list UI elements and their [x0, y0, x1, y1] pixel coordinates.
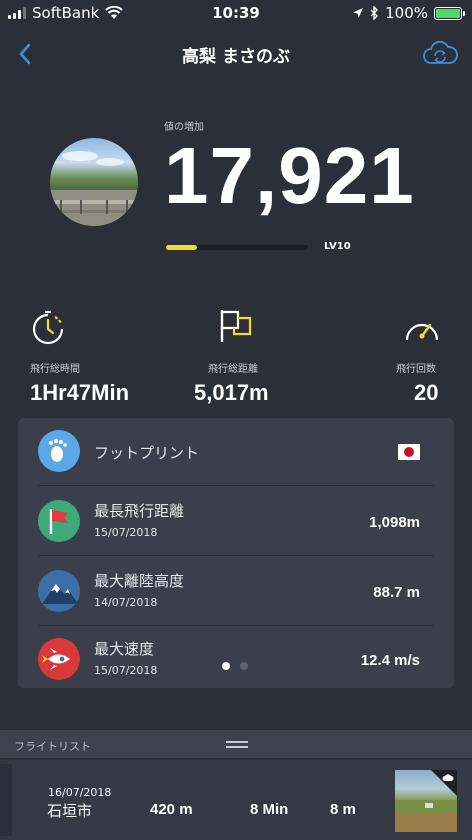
- flight-time-value: 1Hr47Min: [30, 380, 130, 405]
- page-dot-active[interactable]: [222, 662, 230, 670]
- flight-distance: 420 m: [150, 801, 193, 818]
- record-row-longest-distance[interactable]: 最長飛行距離 15/07/2018 1,098m: [38, 486, 434, 556]
- score-value: 17,921: [164, 131, 415, 220]
- level-progress-bar: [166, 245, 308, 250]
- flight-count-label: 飛行回数: [396, 364, 436, 375]
- nav-bar: 高梨 まさのぶ: [0, 36, 472, 72]
- speedometer-icon: [405, 323, 439, 341]
- record-row-max-speed[interactable]: 最大速度 15/07/2018 12.4 m/s: [38, 626, 434, 688]
- record-date: 14/07/2018: [94, 596, 158, 609]
- location-arrow-icon: [353, 8, 364, 18]
- page-indicator[interactable]: [222, 662, 248, 670]
- flight-thumbnail[interactable]: [395, 770, 457, 832]
- red-flag-icon: [38, 500, 80, 542]
- avatar-landscape-image: [50, 151, 138, 226]
- flight-distance-label: 飛行総距離: [208, 364, 258, 375]
- record-date: 15/07/2018: [94, 664, 158, 677]
- drag-handle-icon[interactable]: [226, 741, 248, 748]
- stopwatch-icon: [32, 310, 64, 345]
- record-date: 15/07/2018: [94, 526, 158, 539]
- level-label: LV10: [324, 241, 351, 252]
- battery-icon: [434, 6, 465, 20]
- footprint-row[interactable]: フットプリント: [38, 418, 434, 486]
- flight-place: 石垣市: [47, 802, 93, 820]
- status-right: 100%: [352, 4, 465, 22]
- flight-distance-value: 5,017m: [194, 380, 269, 405]
- footprint-label: フットプリント: [94, 444, 200, 462]
- flight-date: 16/07/2018: [48, 786, 112, 799]
- flight-height: 8 m: [330, 801, 356, 818]
- status-bar: SoftBank 10:39 100%: [0, 0, 472, 26]
- record-value: 88.7 m: [373, 584, 420, 601]
- mountain-icon: [38, 570, 80, 612]
- record-title: 最大離陸高度: [94, 572, 185, 590]
- flight-list-title: フライトリスト: [14, 740, 91, 753]
- footprint-icon: [38, 430, 80, 472]
- battery-percent: 100%: [385, 4, 428, 22]
- flag-icon: [220, 310, 252, 342]
- bluetooth-icon: [370, 6, 379, 20]
- avatar[interactable]: [50, 138, 138, 226]
- cloud-icon: [442, 774, 454, 781]
- record-title: 最長飛行距離: [94, 502, 185, 520]
- row-accent: [0, 764, 12, 836]
- page-title: 高梨 まさのぶ: [182, 47, 290, 67]
- flight-count-value: 20: [414, 380, 439, 405]
- rocket-icon: [38, 638, 80, 680]
- flight-list-header[interactable]: フライトリスト: [0, 730, 472, 758]
- cloud-sync-icon[interactable]: [422, 38, 458, 70]
- records-card: フットプリント 最長飛行距離 15/07/2018 1,098m 最大離陸高度 …: [18, 418, 454, 688]
- record-row-max-altitude[interactable]: 最大離陸高度 14/07/2018 88.7 m: [38, 556, 434, 626]
- flight-time-label: 飛行総時間: [30, 364, 80, 375]
- level-progress-fill: [166, 245, 198, 250]
- japan-flag-icon: [398, 444, 420, 460]
- page-dot[interactable]: [240, 662, 248, 670]
- record-value: 1,098m: [369, 514, 420, 531]
- record-title: 最大速度: [94, 640, 155, 658]
- flight-duration: 8 Min: [250, 801, 289, 818]
- record-value: 12.4 m/s: [360, 652, 420, 669]
